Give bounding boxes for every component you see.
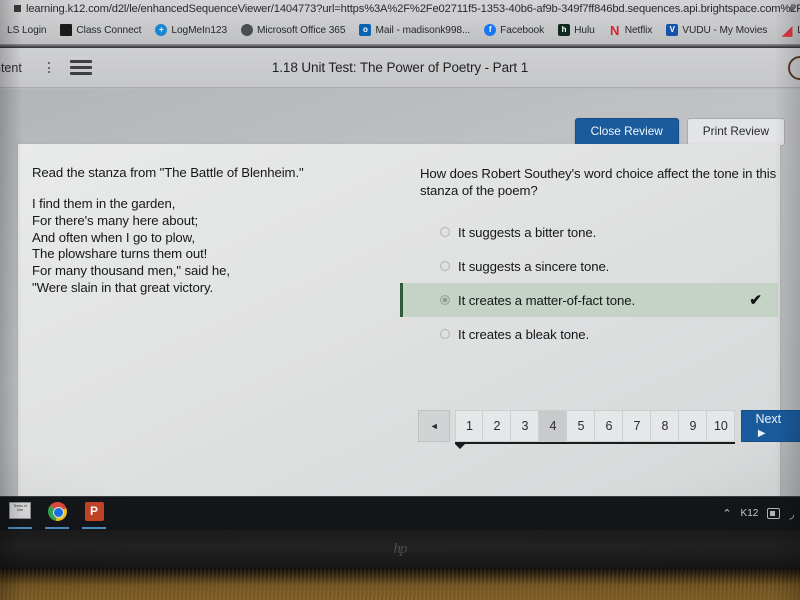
answer-option-label: It suggests a sincere tone. bbox=[458, 258, 610, 274]
page-button-5[interactable]: 5 bbox=[567, 410, 596, 442]
page-button-2[interactable]: 2 bbox=[483, 410, 512, 442]
print-review-button[interactable]: Print Review bbox=[686, 118, 785, 146]
address-bar[interactable]: learning.k12.com/d2l/le/enhancedSequence… bbox=[0, 0, 800, 17]
bookmark-star-icon[interactable]: ★ bbox=[786, 1, 797, 15]
answer-option-label: It creates a matter-of-fact tone. bbox=[458, 292, 636, 308]
system-tray: ⌃ K12 ◞ bbox=[722, 507, 800, 521]
page-button-8[interactable]: 8 bbox=[651, 410, 680, 442]
bookmark-label: Hulu bbox=[574, 24, 595, 36]
page-button-9[interactable]: 9 bbox=[679, 410, 708, 442]
poem-line: And often when I go to plow, bbox=[32, 229, 195, 245]
page-button-1[interactable]: 1 bbox=[455, 410, 484, 442]
site-info-icon bbox=[14, 5, 21, 12]
chrome-icon bbox=[47, 502, 67, 521]
poem-line: For many thousand men," said he, bbox=[32, 263, 230, 279]
wifi-icon[interactable]: ◞ bbox=[789, 507, 794, 521]
bookmark-label: Netflix bbox=[624, 24, 653, 36]
logo-design-icon: ◢ bbox=[782, 22, 793, 38]
bookmark-netflix[interactable]: N Netflix bbox=[602, 18, 660, 42]
passage-prompt: Read the stanza from "The Battle of Blen… bbox=[32, 165, 304, 180]
poem-line: The plowshare turns them out! bbox=[32, 246, 208, 262]
radio-icon[interactable] bbox=[440, 329, 450, 339]
page-title: 1.18 Unit Test: The Power of Poetry - Pa… bbox=[271, 60, 529, 75]
page-button-6[interactable]: 6 bbox=[595, 410, 624, 442]
poem-text: I find them in the garden, For there's m… bbox=[32, 196, 402, 297]
poem-line: For there's many here about; bbox=[32, 212, 199, 228]
previous-page-button[interactable]: ◄ bbox=[418, 410, 451, 442]
bookmark-label: VUDU - My Movies bbox=[682, 24, 768, 36]
page-body: Close Review Print Review Read the stanz… bbox=[0, 89, 800, 530]
review-actions: Close Review Print Review bbox=[574, 118, 785, 146]
url-text: learning.k12.com/d2l/le/enhancedSequence… bbox=[26, 2, 800, 15]
facebook-icon: f bbox=[484, 24, 497, 36]
bookmark-logmein123[interactable]: + LogMeIn123 bbox=[148, 18, 234, 42]
radio-icon-selected[interactable] bbox=[440, 295, 450, 305]
powerpoint-icon: P bbox=[84, 502, 104, 521]
question-text: How does Robert Southey's word choice af… bbox=[420, 166, 777, 198]
class-connect-icon bbox=[60, 24, 73, 36]
bookmark-label: LS Login bbox=[7, 24, 47, 36]
taskbar-item-terms-of-use[interactable]: Terms of Use bbox=[3, 497, 37, 530]
bookmark-label: Class Connect bbox=[76, 24, 142, 36]
radio-icon[interactable] bbox=[440, 227, 450, 237]
hulu-icon: h bbox=[558, 24, 571, 36]
bookmark-ls-login[interactable]: LS Login bbox=[0, 18, 53, 42]
hp-logo: hp bbox=[393, 540, 408, 557]
bookmark-vudu[interactable]: V VUDU - My Movies bbox=[659, 18, 774, 42]
passage-column: Read the stanza from "The Battle of Blen… bbox=[32, 165, 402, 297]
laptop-screen: learning.k12.com/d2l/le/enhancedSequence… bbox=[0, 0, 800, 530]
radio-icon[interactable] bbox=[440, 261, 450, 271]
laptop-bezel: hp bbox=[0, 530, 800, 568]
vudu-icon: V bbox=[666, 24, 679, 36]
bookmark-label: Microsoft Office 365 bbox=[257, 24, 346, 36]
answer-option-1[interactable]: It suggests a bitter tone. bbox=[420, 215, 780, 249]
bookmark-label: Facebook bbox=[500, 24, 545, 36]
bookmark-facebook[interactable]: f Facebook bbox=[477, 18, 551, 42]
answer-option-3-selected[interactable]: It creates a matter-of-fact tone. ✔ bbox=[400, 283, 778, 317]
netflix-icon: N bbox=[609, 22, 620, 38]
answer-option-label: It suggests a bitter tone. bbox=[458, 224, 597, 240]
page-button-10[interactable]: 10 bbox=[707, 410, 736, 442]
show-hidden-icons-icon[interactable]: ⌃ bbox=[722, 507, 731, 520]
answer-option-label: It creates a bleak tone. bbox=[458, 326, 590, 342]
desk-surface bbox=[0, 568, 800, 600]
page-number-list: 1 2 3 4 5 6 7 8 9 10 bbox=[455, 410, 736, 444]
page-button-7[interactable]: 7 bbox=[623, 410, 652, 442]
office365-icon bbox=[241, 24, 254, 36]
browser-chrome: learning.k12.com/d2l/le/enhancedSequence… bbox=[0, 0, 800, 46]
correct-check-icon: ✔ bbox=[749, 292, 762, 309]
page-button-4-active[interactable]: 4 bbox=[539, 410, 568, 442]
bookmark-hulu[interactable]: h Hulu bbox=[551, 18, 602, 42]
bookmark-label: Mail - madisonk998... bbox=[375, 24, 471, 36]
logmein-icon: + bbox=[155, 24, 168, 36]
page-button-3[interactable]: 3 bbox=[511, 410, 540, 442]
windows-taskbar: Terms of Use P ⌃ K12 ◞ bbox=[0, 496, 800, 530]
bookmark-class-connect[interactable]: Class Connect bbox=[53, 18, 148, 42]
question-card: Read the stanza from "The Battle of Blen… bbox=[18, 144, 800, 530]
bookmark-label: LogMeIn123 bbox=[171, 24, 228, 36]
laptop-photo: learning.k12.com/d2l/le/enhancedSequence… bbox=[0, 0, 800, 600]
pagination: ◄ 1 2 3 4 5 6 7 8 9 10 Next ► bbox=[418, 410, 800, 444]
close-review-button[interactable]: Close Review bbox=[574, 118, 679, 146]
network-icon[interactable] bbox=[767, 508, 781, 519]
bookmark-office365[interactable]: Microsoft Office 365 bbox=[234, 18, 352, 42]
poem-line: I find them in the garden, bbox=[32, 196, 176, 211]
answer-option-2[interactable]: It suggests a sincere tone. bbox=[420, 249, 780, 283]
bookmarks-bar: LS Login Class Connect + LogMeIn123 Micr… bbox=[0, 18, 800, 42]
bookmark-outlook-mail[interactable]: o Mail - madisonk998... bbox=[352, 18, 477, 42]
taskbar-item-powerpoint[interactable]: P bbox=[77, 497, 111, 530]
course-header-bar: ntent 1.18 Unit Test: The Power of Poetr… bbox=[0, 48, 800, 88]
document-thumbnail-icon: Terms of Use bbox=[9, 502, 31, 519]
poem-line: "Were slain in that great victory. bbox=[32, 279, 214, 295]
outlook-icon: o bbox=[359, 24, 372, 36]
next-page-button[interactable]: Next ► bbox=[741, 410, 800, 442]
answer-option-4[interactable]: It creates a bleak tone. bbox=[420, 317, 780, 351]
avatar[interactable] bbox=[788, 56, 800, 80]
bookmark-logo-design-tool[interactable]: ◢ Logo Design Tool. F... bbox=[774, 18, 800, 42]
tray-label-k12: K12 bbox=[740, 508, 759, 519]
taskbar-item-chrome[interactable] bbox=[40, 497, 74, 530]
question-column: How does Robert Southey's word choice af… bbox=[400, 165, 780, 351]
